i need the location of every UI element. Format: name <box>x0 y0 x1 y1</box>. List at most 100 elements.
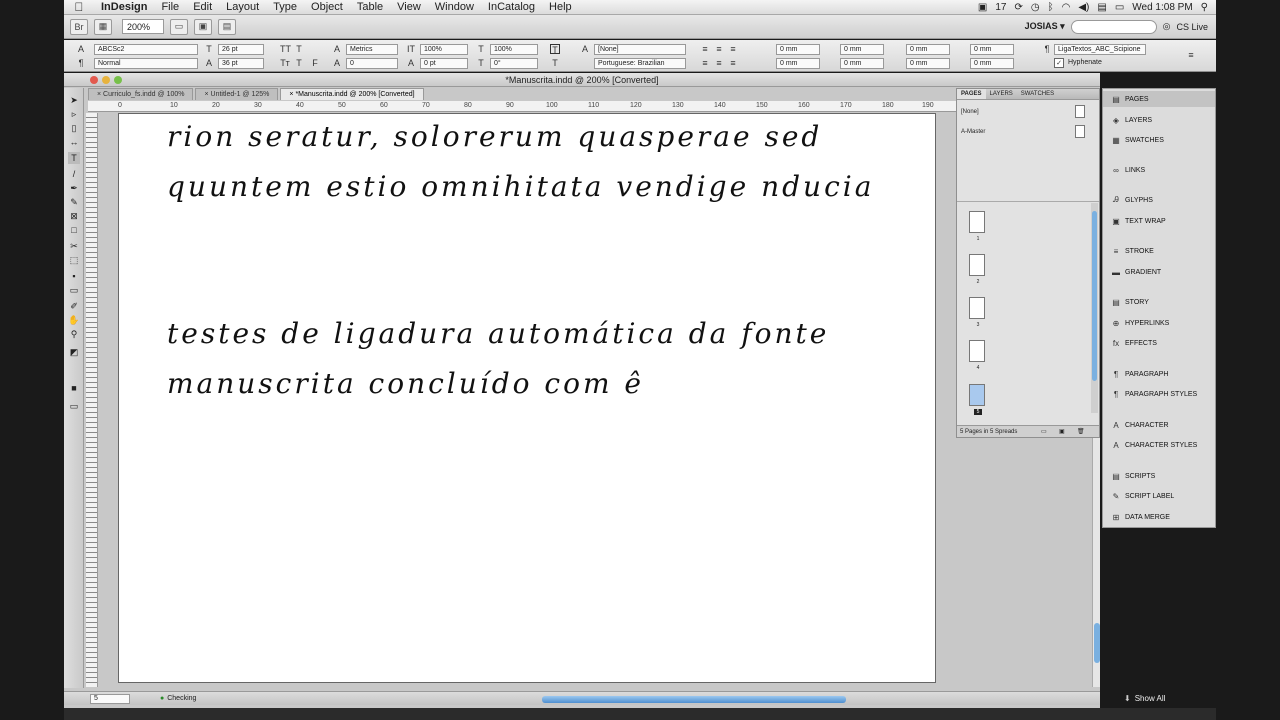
text-line-1[interactable]: rion seratur, solorerum quasperae sed <box>167 120 822 153</box>
text-stroke-icon[interactable]: T <box>550 58 560 68</box>
timemachine-icon[interactable]: ◷ <box>1031 2 1040 13</box>
zoom-field[interactable]: 200% <box>122 19 164 34</box>
page-thumbnail-1[interactable] <box>969 211 985 233</box>
master-none-thumbnail[interactable] <box>1075 105 1085 118</box>
delete-page-icon[interactable]: 🗑 <box>1077 426 1085 438</box>
dock-item-script-label[interactable]: ✎ SCRIPT LABEL <box>1103 488 1215 504</box>
space-after-field[interactable]: 0 mm <box>906 58 950 69</box>
drop-cap-lines-field[interactable]: 0 mm <box>970 44 1014 55</box>
close-icon[interactable] <box>90 76 98 84</box>
menu-app-name[interactable]: InDesign <box>94 1 154 13</box>
volume-icon[interactable]: ◀) <box>1078 2 1089 13</box>
horizontal-ruler[interactable]: 0 10 20 30 40 50 60 70 80 90 100 110 120… <box>88 101 960 112</box>
language-select[interactable]: Portuguese: Brazilian <box>594 58 686 69</box>
menu-type[interactable]: Type <box>266 1 304 13</box>
menu-edit[interactable]: Edit <box>186 1 219 13</box>
font-style-select[interactable]: Normal <box>94 58 198 69</box>
spotlight-icon[interactable]: ⚲ <box>1201 2 1208 13</box>
gap-tool-icon[interactable]: ↔ <box>68 136 80 148</box>
mini-bridge-icon[interactable]: ▦ <box>94 18 112 35</box>
tab-pages[interactable]: PAGES <box>957 89 986 99</box>
page-thumbnail-3[interactable] <box>969 297 985 319</box>
zoom-tool-icon[interactable]: ⚲ <box>68 328 80 340</box>
dock-item-hyperlinks[interactable]: ⊕ HYPERLINKS <box>1103 315 1215 331</box>
dock-item-character-styles[interactable]: A CHARACTER STYLES <box>1103 437 1215 453</box>
zoom-window-icon[interactable] <box>114 76 122 84</box>
vertical-scroll-thumb[interactable] <box>1094 623 1100 663</box>
character-mode-icon[interactable]: A <box>76 44 86 54</box>
tab-manuscrita[interactable]: × *Manuscrita.indd @ 200% [Converted] <box>280 88 424 100</box>
first-line-indent-field[interactable]: 0 mm <box>776 58 820 69</box>
horizontal-scroll-thumb[interactable] <box>542 696 846 703</box>
paragraph-mode-icon[interactable]: ¶ <box>76 58 86 68</box>
justify-all-icon[interactable]: ≡ <box>728 58 738 68</box>
last-line-indent-field[interactable]: 0 mm <box>840 58 884 69</box>
align-center-icon[interactable]: ≡ <box>714 44 724 54</box>
adobe-status-icon[interactable]: ▣ <box>978 2 987 13</box>
direct-selection-tool-icon[interactable]: ▹ <box>68 108 80 120</box>
right-indent-field[interactable]: 0 mm <box>840 44 884 55</box>
dock-item-scripts[interactable]: ▤ SCRIPTS <box>1103 468 1215 484</box>
new-page-icon[interactable]: ▣ <box>1059 426 1065 438</box>
note-tool-icon[interactable]: ▭ <box>68 284 80 296</box>
tab-curriculo[interactable]: × Curriculo_fs.indd @ 100% <box>88 88 194 100</box>
cs-live-label[interactable]: CS Live <box>1176 22 1208 32</box>
free-transform-tool-icon[interactable]: ⬚ <box>68 254 80 266</box>
pencil-tool-icon[interactable]: ✎ <box>68 196 80 208</box>
tab-untitled[interactable]: × Untitled-1 @ 125% <box>195 88 279 100</box>
rectangle-frame-tool-icon[interactable]: ⊠ <box>68 210 80 222</box>
page-tool-icon[interactable]: ▯ <box>68 122 80 134</box>
dock-item-layers[interactable]: ◈ LAYERS <box>1103 112 1215 128</box>
scissors-tool-icon[interactable]: ✂ <box>68 240 80 252</box>
fill-stroke-icon[interactable]: ◩ <box>68 346 80 358</box>
tracking-field[interactable]: 0 <box>346 58 398 69</box>
menu-view[interactable]: View <box>390 1 428 13</box>
sync-icon[interactable]: ⟳ <box>1014 2 1022 13</box>
eyedropper-tool-icon[interactable]: ✐ <box>68 300 80 312</box>
dock-item-paragraph[interactable]: ¶ PARAGRAPH <box>1103 366 1215 382</box>
master-none[interactable]: [None] <box>961 109 979 115</box>
selection-tool-icon[interactable]: ➤ <box>68 94 80 106</box>
hyphenate-checkbox[interactable]: ✓ <box>1054 58 1064 68</box>
page-thumbnail-2[interactable] <box>969 254 985 276</box>
help-search-input[interactable] <box>1070 19 1157 34</box>
screen-mode-icon[interactable]: ▣ <box>194 18 212 35</box>
dock-item-links[interactable]: ∞ LINKS <box>1103 162 1215 178</box>
show-all-downloads[interactable]: ⬇ Show All <box>1124 694 1165 703</box>
dock-item-swatches[interactable]: ▦ SWATCHES <box>1103 132 1215 148</box>
all-caps-icon[interactable]: TT <box>280 44 291 54</box>
hand-tool-icon[interactable]: ✋ <box>68 314 80 326</box>
clock[interactable]: Wed 1:08 PM <box>1132 2 1192 13</box>
dock-item-effects[interactable]: fx EFFECTS <box>1103 335 1215 351</box>
dock-item-data-merge[interactable]: ⊞ DATA MERGE <box>1103 509 1215 525</box>
align-left-icon[interactable]: ≡ <box>700 44 710 54</box>
flag-icon[interactable]: ▤ <box>1097 2 1106 13</box>
vertical-scale-field[interactable]: 100% <box>420 44 468 55</box>
menu-help[interactable]: Help <box>542 1 579 13</box>
dock-item-glyphs[interactable]: Ꭿ GLYPHS <box>1103 192 1215 208</box>
apple-icon[interactable]:  <box>64 0 94 14</box>
pages-scroll-thumb[interactable] <box>1092 211 1097 381</box>
preflight-status[interactable]: Checking <box>167 695 196 702</box>
kerning-field[interactable]: Metrics <box>346 44 398 55</box>
type-tool-icon[interactable]: T <box>68 152 80 164</box>
menu-layout[interactable]: Layout <box>219 1 266 13</box>
document-page[interactable]: rion seratur, solorerum quasperae sed qu… <box>118 113 936 683</box>
apply-color-icon[interactable]: ■ <box>68 382 80 394</box>
dock-item-text-wrap[interactable]: ▣ TEXT WRAP <box>1103 213 1215 229</box>
wifi-icon[interactable]: ◠ <box>1062 2 1071 13</box>
character-style-select[interactable]: [None] <box>594 44 686 55</box>
text-line-3[interactable]: testes de ligadura automática da fonte <box>167 317 829 350</box>
menu-object[interactable]: Object <box>304 1 350 13</box>
drop-cap-chars-field[interactable]: 0 mm <box>970 58 1014 69</box>
font-family-select[interactable]: ABCSc2 <box>94 44 198 55</box>
dock-item-pages[interactable]: ▤ PAGES <box>1103 91 1215 107</box>
horizontal-scale-field[interactable]: 100% <box>490 44 538 55</box>
page-thumbnail-4[interactable] <box>969 340 985 362</box>
text-fill-icon[interactable]: T <box>550 44 560 55</box>
tab-layers[interactable]: LAYERS <box>986 89 1017 99</box>
dock-item-gradient[interactable]: ▬ GRADIENT <box>1103 264 1215 280</box>
menu-file[interactable]: File <box>154 1 186 13</box>
normal-view-icon[interactable]: ▭ <box>68 400 80 412</box>
master-a-thumbnail[interactable] <box>1075 125 1085 138</box>
